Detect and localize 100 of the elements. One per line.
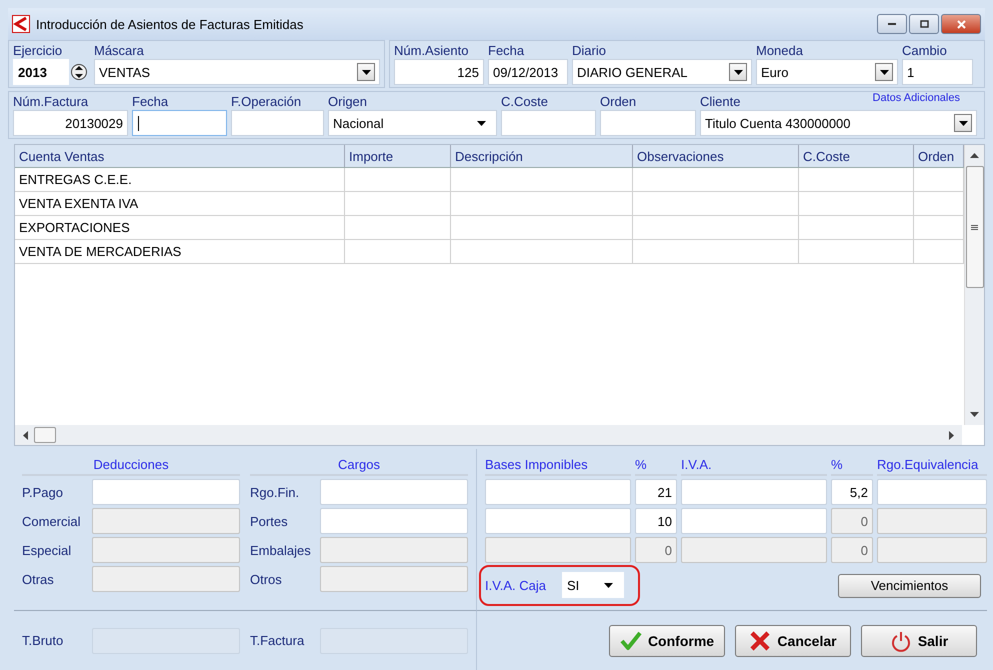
dropdown-arrow-icon	[958, 120, 968, 126]
field-label: Núm.Asiento	[394, 43, 468, 59]
minimize-button[interactable]	[877, 14, 907, 34]
dropdown-field[interactable]: Nacional	[328, 110, 497, 136]
field-label: Cambio	[902, 43, 947, 59]
column-header[interactable]: Descripción	[451, 145, 633, 167]
field-label: Fecha	[488, 43, 524, 59]
year-field[interactable]: 2013	[13, 59, 69, 85]
input-field[interactable]	[485, 479, 631, 505]
input-field[interactable]: 125	[394, 59, 484, 85]
section-heading: Cargos	[250, 453, 468, 476]
link[interactable]: Datos Adicionales	[872, 92, 960, 104]
field-label: Moneda	[756, 43, 803, 59]
input-field[interactable]	[485, 508, 631, 534]
maximize-button[interactable]	[909, 14, 939, 34]
input-field[interactable]	[132, 110, 227, 136]
field-label: Especial	[22, 542, 72, 558]
field-label: Embalajes	[250, 542, 312, 558]
field-label: Ejercicio	[13, 43, 62, 59]
input-field[interactable]: 21	[635, 479, 677, 505]
table-cell: EXPORTACIONES	[15, 216, 345, 239]
column-heading: Bases Imponibles	[485, 453, 631, 476]
vencimientos-button[interactable]: Vencimientos	[838, 574, 981, 598]
table-cell: VENTA DE MERCADERIAS	[15, 240, 345, 263]
vertical-scrollbar[interactable]	[964, 145, 984, 425]
dropdown-arrow-icon	[604, 582, 613, 588]
column-heading: I.V.A.	[681, 453, 827, 476]
scroll-thumb[interactable]	[966, 166, 984, 288]
field-label: Otros	[250, 572, 283, 586]
power-icon	[890, 630, 912, 652]
input-field[interactable]: 1	[902, 59, 973, 85]
input-field[interactable]	[600, 110, 696, 136]
close-icon	[956, 20, 966, 28]
app-logo-icon	[12, 15, 30, 33]
field-label: I.V.A. Caja	[485, 578, 546, 592]
input-field[interactable]	[501, 110, 596, 136]
field-label: Núm.Factura	[13, 94, 88, 110]
scroll-down-icon	[970, 412, 979, 417]
field-label: T.Bruto	[22, 633, 64, 648]
dropdown-arrow-icon	[734, 70, 742, 74]
field-label: Orden	[600, 94, 636, 110]
exit-button[interactable]: Salir	[861, 624, 977, 656]
column-header[interactable]: C.Coste	[799, 145, 914, 167]
input-field[interactable]	[92, 479, 240, 505]
field-label: Portes	[250, 514, 289, 528]
input-field[interactable]	[877, 479, 987, 505]
table-cell: VENTA EXENTA IVA	[15, 192, 345, 215]
dropdown-arrow-icon	[477, 120, 486, 126]
column-heading: Rgo.Equivalencia	[877, 453, 987, 476]
field-label: Diario	[572, 43, 606, 59]
dropdown-field[interactable]: Euro	[756, 59, 898, 85]
column-header[interactable]: Observaciones	[633, 145, 799, 167]
field-label: P.Pago	[22, 484, 64, 500]
confirm-button[interactable]: Conforme	[609, 624, 725, 656]
dropdown-button[interactable]	[875, 63, 893, 81]
input-field[interactable]	[320, 479, 468, 505]
column-heading: %	[635, 453, 677, 476]
field-label: Cliente	[700, 94, 740, 110]
scroll-left-icon	[23, 430, 28, 440]
dropdown-field[interactable]: Titulo Cuenta 430000000	[700, 110, 977, 136]
dropdown-field[interactable]: SI	[562, 572, 624, 598]
input-field[interactable]: 20130029	[13, 110, 128, 136]
field-label: Fecha	[132, 94, 168, 110]
scroll-up-icon	[970, 153, 979, 158]
input-field[interactable]	[231, 110, 324, 136]
scroll-thumb[interactable]	[34, 427, 56, 443]
maximize-icon	[920, 20, 928, 28]
grip-icon	[971, 224, 978, 230]
input-field[interactable]	[320, 508, 468, 534]
column-header[interactable]: Importe	[345, 145, 451, 167]
dropdown-field[interactable]: VENTAS	[94, 59, 380, 85]
field-label: Rgo.Fin.	[250, 484, 300, 500]
dropdown-button[interactable]	[357, 63, 375, 81]
cancel-button[interactable]: Cancelar	[735, 624, 851, 656]
column-header[interactable]: Cuenta Ventas	[15, 145, 345, 167]
input-field[interactable]: 5,2	[831, 479, 873, 505]
input-field[interactable]	[681, 479, 827, 505]
close-button[interactable]	[941, 14, 981, 34]
dropdown-button[interactable]	[954, 114, 972, 132]
field-label: F.Operación	[231, 94, 302, 110]
dropdown-field[interactable]: DIARIO GENERAL	[572, 59, 752, 85]
horizontal-scrollbar[interactable]	[15, 425, 962, 445]
dropdown-button[interactable]	[729, 63, 747, 81]
field-label: Origen	[328, 94, 368, 110]
column-heading: %	[831, 453, 873, 476]
field-label: Comercial	[22, 514, 82, 528]
input-field[interactable]	[681, 508, 827, 534]
field-label: C.Coste	[501, 94, 548, 110]
field-label: Máscara	[94, 43, 144, 59]
field-label: Otras	[22, 572, 55, 586]
spinner-icon	[71, 63, 87, 81]
dropdown-arrow-icon	[880, 70, 888, 74]
close-icon	[749, 630, 772, 652]
input-field[interactable]: 09/12/2013	[488, 59, 568, 85]
input-field[interactable]: 10	[635, 508, 677, 534]
minimize-icon	[888, 23, 896, 25]
check-icon	[620, 630, 642, 652]
window-title: Introducción de Asientos de Facturas Emitidas	[36, 16, 304, 32]
field-label: T.Factura	[250, 633, 306, 648]
section-heading: Deducciones	[22, 453, 240, 476]
